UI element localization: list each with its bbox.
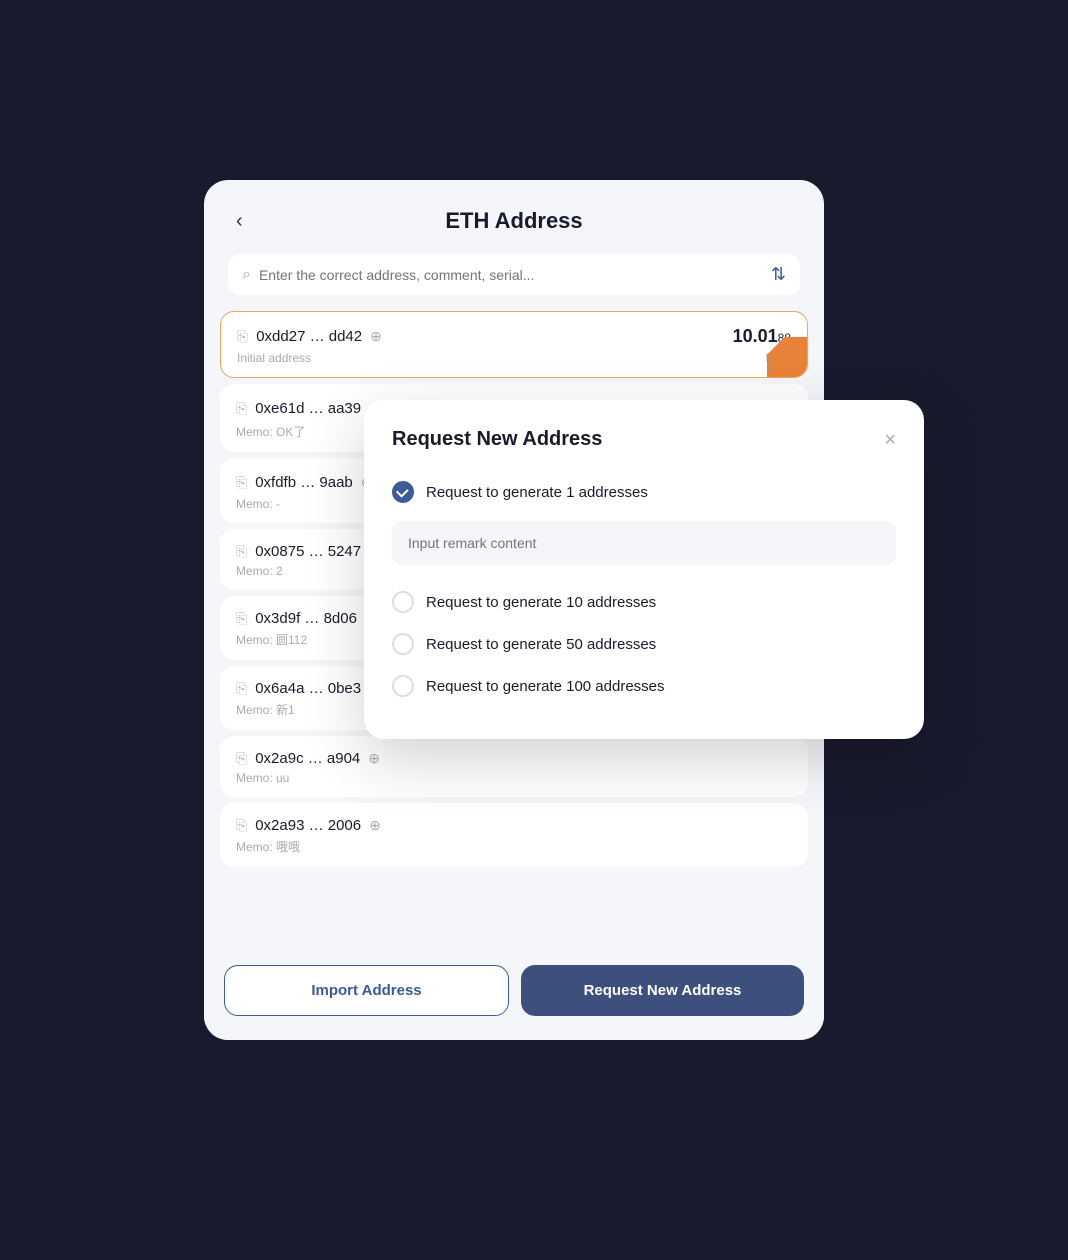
copy-icon[interactable]: ⎘ (236, 400, 247, 417)
search-bar: ⌕ ⇅ (228, 254, 800, 295)
radio-option[interactable]: Request to generate 50 addresses (392, 623, 896, 665)
address-left: ⎘ 0xdd27 … dd42 ⊕ (237, 328, 382, 345)
address-card[interactable]: ⎘ 0x2a93 … 2006 ⊕ Memo: 哦哦 (220, 803, 808, 867)
radio-option[interactable]: Request to generate 10 addresses (392, 581, 896, 623)
address-text: 0x2a93 … 2006 (255, 817, 361, 834)
radio-circle (392, 591, 414, 613)
page-title: ETH Address (445, 208, 582, 234)
memo-text: Memo: 2 (236, 564, 283, 578)
copy-icon[interactable]: ⎘ (237, 328, 248, 345)
import-address-button[interactable]: Import Address (224, 965, 509, 1016)
address-text: 0x6a4a … 0be3 (255, 680, 361, 697)
modal-close-button[interactable]: × (884, 430, 896, 450)
radio-circle (392, 675, 414, 697)
address-card-bottom: Initial address No.0 (237, 351, 791, 365)
address-card[interactable]: ⎘ 0x2a9c … a904 ⊕ Memo: uu (220, 736, 808, 797)
address-text: 0x3d9f … 8d06 (255, 610, 357, 627)
radio-option-item[interactable]: Request to generate 10 addresses (392, 581, 896, 623)
radio-option-item[interactable]: Request to generate 100 addresses (392, 665, 896, 707)
address-left: ⎘ 0x0875 … 5247 ⊕ (236, 543, 381, 560)
radio-label: Request to generate 50 addresses (426, 636, 656, 653)
address-text: 0xfdfb … 9aab (255, 474, 353, 491)
address-card-bottom: Memo: uu (236, 771, 792, 785)
request-new-address-button[interactable]: Request New Address (521, 965, 804, 1016)
radio-label: Request to generate 10 addresses (426, 594, 656, 611)
radio-option-item[interactable]: Request to generate 1 addresses (392, 471, 896, 513)
modal-header: Request New Address × (392, 428, 896, 451)
radio-option[interactable]: Request to generate 100 addresses (392, 665, 896, 707)
radio-circle (392, 633, 414, 655)
request-new-address-modal: Request New Address × Request to generat… (364, 400, 924, 739)
copy-icon[interactable]: ⎘ (236, 543, 247, 560)
address-card-top: ⎘ 0x2a9c … a904 ⊕ (236, 750, 792, 767)
search-addr-icon[interactable]: ⊕ (370, 328, 382, 345)
search-addr-icon[interactable]: ⊕ (369, 817, 381, 834)
search-input[interactable] (259, 267, 763, 283)
memo-text: Memo: 哦哦 (236, 838, 300, 855)
memo-text: Memo: OK了 (236, 423, 305, 440)
radio-option[interactable]: Request to generate 1 addresses (392, 471, 896, 581)
memo-text: Memo: 新1 (236, 701, 295, 718)
copy-icon[interactable]: ⎘ (236, 817, 247, 834)
address-left: ⎘ 0x3d9f … 8d06 ⊕ (236, 610, 377, 627)
address-left: ⎘ 0x2a9c … a904 ⊕ (236, 750, 380, 767)
address-text: 0x0875 … 5247 (255, 543, 361, 560)
search-addr-icon[interactable]: ⊕ (368, 750, 380, 767)
modal-options: Request to generate 1 addresses Request … (392, 471, 896, 707)
filter-icon[interactable]: ⇅ (771, 264, 786, 285)
copy-icon[interactable]: ⎘ (236, 474, 247, 491)
corner-badge (767, 337, 807, 377)
address-card[interactable]: ⎘ 0xdd27 … dd42 ⊕ 10.0188 Initial addres… (220, 311, 808, 378)
modal-title: Request New Address (392, 428, 602, 451)
address-text: 0xdd27 … dd42 (256, 328, 362, 345)
address-left: ⎘ 0xfdfb … 9aab ⊕ (236, 474, 373, 491)
address-left: ⎘ 0xe61d … aa39 ⊕ (236, 400, 381, 417)
address-card-bottom: Memo: 哦哦 (236, 838, 792, 855)
outer-container: ‹ ETH Address ⌕ ⇅ ⎘ 0xdd27 … dd42 ⊕ 10.0… (204, 180, 864, 1080)
copy-icon[interactable]: ⎘ (236, 750, 247, 767)
back-button[interactable]: ‹ (228, 206, 251, 237)
address-card-top: ⎘ 0x2a93 … 2006 ⊕ (236, 817, 792, 834)
radio-label: Request to generate 100 addresses (426, 678, 665, 695)
radio-label: Request to generate 1 addresses (426, 484, 648, 501)
address-text: 0x2a9c … a904 (255, 750, 360, 767)
address-left: ⎘ 0x6a4a … 0be3 ⊕ (236, 680, 381, 697)
copy-icon[interactable]: ⎘ (236, 610, 247, 627)
search-bar-container: ⌕ ⇅ (204, 254, 824, 311)
memo-text: Memo: uu (236, 771, 289, 785)
search-icon: ⌕ (242, 266, 251, 284)
address-left: ⎘ 0x2a93 … 2006 ⊕ (236, 817, 381, 834)
copy-icon[interactable]: ⎘ (236, 680, 247, 697)
remark-input[interactable] (392, 521, 896, 565)
memo-text: Memo: - (236, 497, 280, 511)
radio-option-item[interactable]: Request to generate 50 addresses (392, 623, 896, 665)
footer-buttons: Import Address Request New Address (204, 949, 824, 1040)
memo-text: Initial address (237, 351, 311, 365)
header: ‹ ETH Address (204, 180, 824, 254)
radio-circle-checked (392, 481, 414, 503)
address-card-top: ⎘ 0xdd27 … dd42 ⊕ 10.0188 (237, 326, 791, 347)
address-text: 0xe61d … aa39 (255, 400, 361, 417)
memo-text: Memo: 圆112 (236, 631, 307, 648)
